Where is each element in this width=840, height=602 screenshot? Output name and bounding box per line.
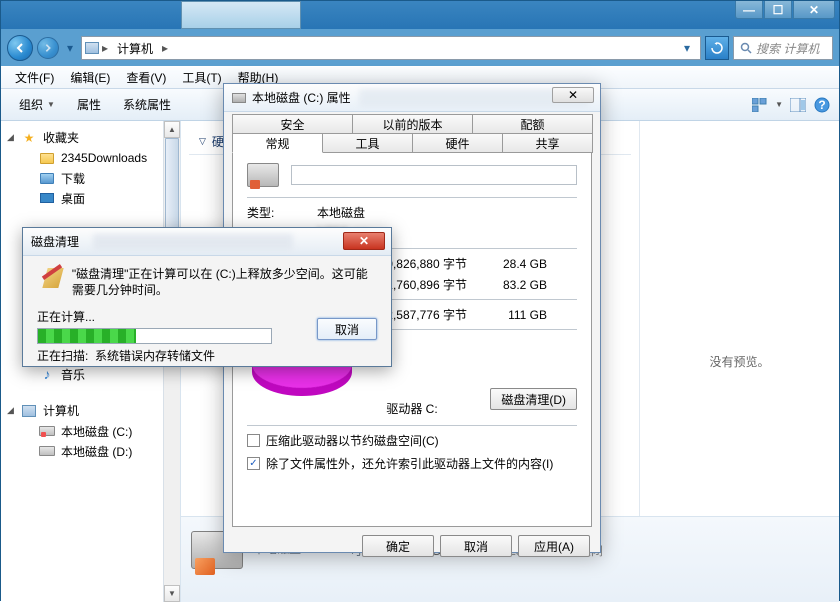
sidebar-item-drive-c[interactable]: 本地磁盘 (C:) [1, 421, 180, 441]
properties-close-button[interactable]: ✕ [552, 87, 594, 103]
address-dropdown[interactable]: ▾ [676, 41, 698, 55]
drive-icon [247, 163, 279, 187]
checkbox-icon[interactable]: ✓ [247, 457, 260, 470]
disk-cleanup-button[interactable]: 磁盘清理(D) [490, 388, 577, 410]
history-dropdown[interactable]: ▾ [63, 41, 77, 55]
address-bar[interactable]: ▸ 计算机 ▸ ▾ [81, 36, 701, 60]
explorer-window: — ☐ ✕ ▾ ▸ 计算机 ▸ ▾ 搜索 计算机 文件(F) 编辑(E) 查 [0, 0, 840, 601]
drive-name-input[interactable] [291, 165, 577, 185]
properties-titlebar[interactable]: 本地磁盘 (C:) 属性 ✕ [224, 84, 600, 112]
search-input[interactable]: 搜索 计算机 [733, 36, 833, 60]
drive-icon [39, 423, 55, 439]
view-icon[interactable] [751, 96, 769, 114]
cleanup-titlebar[interactable]: 磁盘清理 ✕ [23, 228, 391, 256]
properties-title-text: 本地磁盘 (C:) 属性 [252, 89, 351, 106]
menu-edit[interactable]: 编辑(E) [62, 67, 118, 88]
disk-cleanup-dialog: 磁盘清理 ✕ "磁盘清理"正在计算可以在 (C:)上释放多少空间。这可能需要几分… [22, 227, 392, 367]
progress-bar [37, 328, 272, 344]
cleanup-close-button[interactable]: ✕ [343, 232, 385, 250]
system-properties-button[interactable]: 系统属性 [113, 92, 181, 117]
cleanup-cancel-button[interactable]: 取消 [317, 318, 377, 340]
back-button[interactable] [7, 35, 33, 61]
no-preview-text: 没有预览。 [709, 353, 769, 370]
tab-security[interactable]: 安全 [232, 114, 353, 134]
view-dropdown[interactable]: ▼ [775, 100, 783, 109]
search-icon [740, 42, 752, 54]
star-icon: ★ [21, 130, 37, 146]
folder-icon [39, 150, 55, 166]
nav-bar: ▾ ▸ 计算机 ▸ ▾ 搜索 计算机 [7, 32, 833, 64]
cancel-button[interactable]: 取消 [440, 535, 512, 557]
crumb-separator-icon[interactable]: ▸ [160, 41, 170, 55]
tab-previous-versions[interactable]: 以前的版本 [352, 114, 473, 134]
sidebar-computer[interactable]: ◢ 计算机 [1, 400, 180, 421]
forward-button[interactable] [37, 37, 59, 59]
compress-checkbox-row[interactable]: 压缩此驱动器以节约磁盘空间(C) [247, 432, 577, 449]
properties-button[interactable]: 属性 [67, 92, 111, 117]
scroll-up-button[interactable]: ▲ [164, 121, 180, 138]
menu-view[interactable]: 查看(V) [118, 67, 174, 88]
sidebar-item-2345downloads[interactable]: 2345Downloads [1, 148, 180, 168]
ok-button[interactable]: 确定 [362, 535, 434, 557]
svg-text:?: ? [818, 98, 825, 112]
tab-quota[interactable]: 配额 [472, 114, 593, 134]
help-icon[interactable]: ? [813, 96, 831, 114]
breadcrumb-computer[interactable]: 计算机 [110, 37, 160, 59]
preview-pane-icon[interactable] [789, 96, 807, 114]
computer-icon [21, 403, 37, 419]
tab-general[interactable]: 常规 [232, 133, 323, 153]
apply-button[interactable]: 应用(A) [518, 535, 590, 557]
progress-fill [38, 329, 136, 343]
titlebar[interactable]: — ☐ ✕ [1, 1, 839, 29]
sidebar-item-drive-d[interactable]: 本地磁盘 (D:) [1, 441, 180, 461]
cleanup-title-text: 磁盘清理 [31, 233, 79, 250]
checkbox-icon[interactable] [247, 434, 260, 447]
computer-icon [84, 40, 100, 56]
drive-icon [232, 93, 246, 103]
scroll-down-button[interactable]: ▼ [164, 585, 180, 602]
folder-icon [39, 170, 55, 186]
menu-file[interactable]: 文件(F) [7, 67, 62, 88]
menu-tools[interactable]: 工具(T) [174, 67, 229, 88]
maximize-button[interactable]: ☐ [764, 1, 792, 19]
tab-hardware[interactable]: 硬件 [412, 133, 503, 153]
cleanup-message: "磁盘清理"正在计算可以在 (C:)上释放多少空间。这可能需要几分钟时间。 [72, 266, 377, 298]
crumb-separator-icon[interactable]: ▸ [100, 41, 110, 55]
sidebar-favorites[interactable]: ◢ ★ 收藏夹 [1, 127, 180, 148]
index-checkbox-row[interactable]: ✓ 除了文件属性外，还允许索引此驱动器上文件的内容(I) [247, 455, 577, 472]
tab-tools[interactable]: 工具 [322, 133, 413, 153]
sidebar-item-desktop[interactable]: 桌面 [1, 188, 180, 208]
tab-sharing[interactable]: 共享 [502, 133, 593, 153]
titlebar-tab[interactable] [181, 1, 301, 29]
organize-button[interactable]: 组织▼ [9, 92, 65, 117]
drive-icon [39, 443, 55, 459]
search-placeholder: 搜索 计算机 [756, 40, 819, 57]
desktop-icon [39, 190, 55, 206]
scanning-text: 正在扫描: 系统错误内存转储文件 [37, 347, 377, 364]
refresh-button[interactable] [705, 36, 729, 60]
broom-icon [37, 266, 62, 298]
close-button[interactable]: ✕ [793, 1, 835, 19]
minimize-button[interactable]: — [735, 1, 763, 19]
sidebar-item-downloads[interactable]: 下载 [1, 168, 180, 188]
